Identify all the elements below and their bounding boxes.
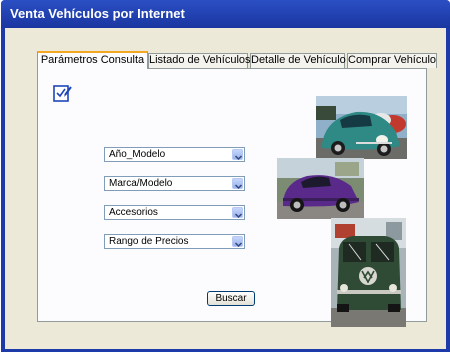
teal-beetle-photo <box>316 96 407 159</box>
accesorios-value: Accesorios <box>109 207 158 218</box>
buscar-button[interactable]: Buscar <box>207 291 255 306</box>
checklist-pen-icon <box>53 85 72 102</box>
marca-modelo-value: Marca/Modelo <box>109 178 173 189</box>
marca-modelo-select[interactable]: Marca/Modelo <box>104 176 245 191</box>
tab-panel-parametros: Año_Modelo Marca/Modelo Accesorios Rango… <box>37 68 427 327</box>
title-bar: Venta Vehículos por Internet <box>1 0 450 28</box>
chevron-down-icon[interactable] <box>232 178 243 190</box>
rango-precios-select[interactable]: Rango de Precios <box>104 234 245 249</box>
app-window: Venta Vehículos por Internet Parámetros … <box>1 0 450 352</box>
chevron-down-icon[interactable] <box>232 149 243 161</box>
ano-modelo-select[interactable]: Año_Modelo <box>104 147 245 162</box>
chevron-down-icon[interactable] <box>232 207 243 219</box>
tab-listado-vehiculos[interactable]: Listado de Vehículos <box>148 53 251 68</box>
accesorios-select[interactable]: Accesorios <box>104 205 245 220</box>
green-vw-bus-photo <box>331 218 406 327</box>
tab-parametros-consulta[interactable]: Parámetros Consulta <box>37 51 148 69</box>
ano-modelo-value: Año_Modelo <box>109 149 166 160</box>
purple-beetle-photo <box>277 158 364 219</box>
client-area: Parámetros Consulta Listado de Vehículos… <box>5 28 446 349</box>
window-title: Venta Vehículos por Internet <box>10 6 185 21</box>
chevron-down-icon[interactable] <box>232 236 243 248</box>
tab-comprar-vehiculo[interactable]: Comprar Vehículo <box>347 53 437 68</box>
rango-precios-value: Rango de Precios <box>109 236 189 247</box>
tab-detalle-vehiculo[interactable]: Detalle de Vehículo <box>250 53 346 68</box>
